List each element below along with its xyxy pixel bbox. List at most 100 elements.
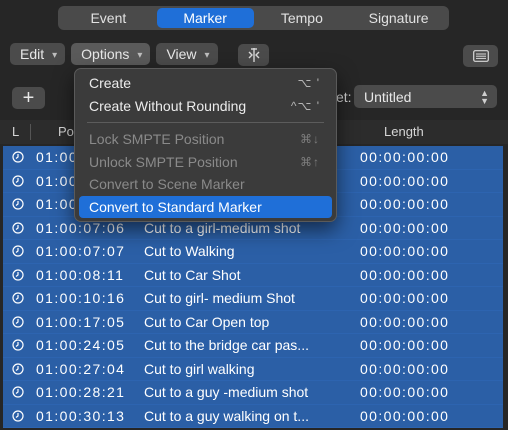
menu-item-label: Unlock SMPTE Position: [89, 153, 238, 170]
marker-length: 00:00:00:00: [360, 384, 450, 401]
plus-icon: +: [22, 87, 35, 109]
marker-position: 01:00:07:06: [36, 219, 126, 236]
clock-icon[interactable]: [12, 315, 24, 328]
snap-button[interactable]: [238, 44, 269, 66]
marker-name: Cut to Car Shot: [144, 266, 241, 283]
marker-position: 01:00:27:04: [36, 360, 126, 377]
marker-name: Cut to the bridge car pas...: [144, 337, 309, 354]
table-row[interactable]: 01:00:27:04 Cut to girl walking 00:00:00:0…: [3, 357, 503, 381]
table-row[interactable]: 01:00:07:07 Cut to Walking 00:00:00:00: [3, 240, 503, 264]
chevron-down-icon: ▾: [204, 49, 210, 61]
menu-item-shortcut: ⌥ ': [297, 76, 320, 91]
menu-item-shortcut: ⌘↓: [300, 132, 320, 147]
marker-length: 00:00:00:00: [360, 290, 450, 307]
column-header-position[interactable]: Po: [58, 124, 74, 139]
column-header-length[interactable]: Length: [384, 124, 424, 139]
marker-name: Cut to a guy walking on t...: [144, 407, 309, 424]
marker-position: 01:00:30:13: [36, 407, 126, 424]
marker-length: 00:00:00:00: [360, 219, 450, 236]
chevron-down-icon: ▾: [52, 49, 58, 61]
menu-item-label: Lock SMPTE Position: [89, 131, 225, 148]
table-row[interactable]: 01:00:08:11 Cut to Car Shot 00:00:00:00: [3, 263, 503, 287]
view-menu-button[interactable]: View ▾: [156, 43, 218, 65]
up-down-chevron-icon: ▲ ▼: [480, 87, 489, 106]
marker-position: 01:00:08:11: [36, 266, 125, 283]
marker-length: 00:00:00:00: [360, 313, 450, 330]
marker-position: 01:00: [36, 196, 79, 213]
tab-marker[interactable]: Marker: [156, 8, 254, 28]
marker-position: 01:00:24:05: [36, 337, 126, 354]
marker-set-select[interactable]: Untitled ▲ ▼: [354, 85, 497, 108]
menu-item-label: Create Without Rounding: [89, 97, 247, 114]
edit-menu-label: Edit: [20, 46, 45, 62]
list-view-button[interactable]: [463, 45, 498, 67]
marker-length: 00:00:00:00: [360, 196, 450, 213]
clock-icon[interactable]: [12, 174, 24, 187]
clock-icon[interactable]: [12, 221, 24, 234]
list-toolbar: Edit ▾ Options ▾ View ▾: [10, 43, 224, 67]
marker-position: 01:00: [36, 149, 79, 166]
marker-set-label: et:: [336, 89, 352, 105]
menu-separator: [87, 122, 324, 123]
menu-item-convert-to-standard-marker[interactable]: Convert to Standard Marker: [79, 195, 332, 218]
clock-icon[interactable]: [12, 362, 24, 375]
table-row[interactable]: 01:00:30:13 Cut to a guy walking on t... 0…: [3, 404, 503, 428]
marker-position: 01:00:28:21: [36, 384, 126, 401]
clock-icon[interactable]: [12, 268, 24, 281]
marker-position: 01:00: [36, 172, 79, 189]
clock-icon[interactable]: [12, 151, 24, 163]
clock-icon[interactable]: [12, 339, 24, 351]
options-dropdown-menu: Create ⌥ ' Create Without Rounding ^⌥ ' …: [74, 68, 337, 222]
menu-item-create-without-rounding[interactable]: Create Without Rounding ^⌥ ': [79, 95, 332, 118]
menu-item-label: Convert to Scene Marker: [89, 176, 245, 193]
tab-tempo[interactable]: Tempo: [254, 8, 351, 28]
table-row[interactable]: 01:00:17:05 Cut to Car Open top 00:00:00:0…: [3, 310, 503, 334]
add-marker-button[interactable]: +: [12, 87, 45, 109]
marker-name: Cut to a girl-medium shot: [144, 219, 301, 236]
marker-position: 01:00:07:07: [36, 243, 126, 260]
menu-item-shortcut: ⌘↑: [300, 154, 320, 169]
menu-item-label: Convert to Standard Marker: [89, 198, 262, 215]
marker-position: 01:00:10:16: [36, 290, 126, 307]
list-view-icon: [472, 50, 489, 62]
marker-position: 01:00:17:05: [36, 313, 126, 330]
table-row[interactable]: 01:00:28:21 Cut to a guy -medium shot 00:0…: [3, 381, 503, 405]
options-menu-button[interactable]: Options ▾: [71, 43, 151, 65]
menu-item-shortcut: ^⌥ ': [290, 98, 320, 113]
marker-name: Cut to a guy -medium shot: [144, 384, 309, 401]
column-header-lock[interactable]: L: [12, 124, 19, 139]
clock-icon[interactable]: [12, 245, 24, 257]
marker-length: 00:00:00:00: [360, 337, 450, 354]
marker-length: 00:00:00:00: [360, 407, 450, 424]
marker-length: 00:00:00:00: [360, 243, 450, 260]
edit-menu-button[interactable]: Edit ▾: [10, 43, 66, 65]
table-row[interactable]: 01:00:24:05 Cut to the bridge car pas... 0…: [3, 334, 503, 358]
tab-event[interactable]: Event: [60, 8, 157, 28]
menu-item-unlock-smpte: Unlock SMPTE Position ⌘↑: [79, 151, 332, 174]
marker-set-value: Untitled: [364, 88, 412, 105]
marker-length: 00:00:00:00: [360, 172, 450, 189]
clock-icon[interactable]: [12, 292, 24, 304]
marker-length: 00:00:00:00: [360, 149, 450, 166]
marker-name: Cut to girl walking: [144, 360, 255, 377]
menu-item-label: Create: [89, 75, 132, 92]
marker-name: Cut to Car Open top: [144, 313, 270, 330]
chevron-down-icon: ▾: [137, 49, 143, 61]
clock-icon[interactable]: [12, 198, 24, 210]
menu-item-lock-smpte: Lock SMPTE Position ⌘↓: [79, 128, 332, 151]
marker-length: 00:00:00:00: [360, 360, 450, 377]
marker-name: Cut to girl- medium Shot: [144, 290, 295, 307]
clock-icon[interactable]: [12, 386, 24, 398]
menu-item-create[interactable]: Create ⌥ ': [79, 72, 332, 95]
tab-signature[interactable]: Signature: [350, 8, 447, 28]
clock-icon[interactable]: [12, 409, 24, 422]
view-tab-bar: Event Marker Tempo Signature: [58, 6, 449, 30]
marker-length: 00:00:00:00: [360, 266, 450, 283]
snap-icon: [248, 48, 259, 62]
options-menu-label: Options: [81, 46, 130, 62]
view-menu-label: View: [166, 46, 197, 62]
marker-name: Cut to Walking: [144, 243, 235, 260]
menu-item-convert-to-scene-marker: Convert to Scene Marker: [79, 173, 332, 196]
column-divider: [30, 124, 31, 140]
table-row[interactable]: 01:00:10:16 Cut to girl- medium Shot 00:00…: [3, 287, 503, 311]
